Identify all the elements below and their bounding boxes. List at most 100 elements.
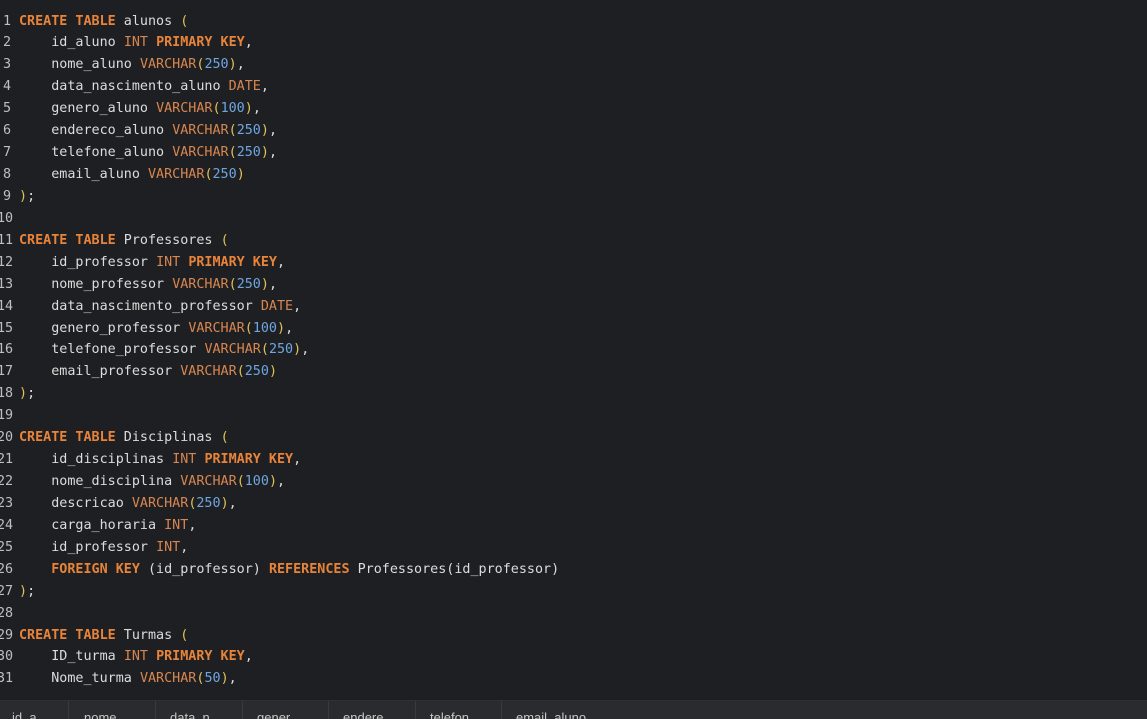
code-line[interactable]: 11 CREATE TABLE Professores ( <box>0 229 1147 251</box>
line-code: data_nascimento_aluno DATE, <box>19 79 269 94</box>
code-token: ( <box>180 627 189 643</box>
line-number: 5 <box>2 101 11 117</box>
code-token: INT <box>123 649 148 665</box>
code-token: PRIMARY KEY <box>188 254 277 270</box>
code-token: PRIMARY KEY <box>204 452 294 468</box>
code-line[interactable]: 16 telefone_professor VARCHAR(250), <box>0 339 1147 361</box>
code-line[interactable]: 3 nome_aluno VARCHAR(250), <box>0 54 1147 76</box>
code-token: id_aluno <box>19 35 124 51</box>
code-token: INT <box>164 517 189 533</box>
column-separator[interactable] <box>155 701 156 719</box>
line-number: 13 <box>0 276 14 292</box>
line-code: id_aluno INT PRIMARY KEY, <box>19 35 253 50</box>
code-token: id_professor <box>19 539 157 555</box>
code-token: VARCHAR <box>172 123 229 139</box>
code-line[interactable]: 10 <box>0 207 1147 229</box>
line-code: CREATE TABLE Disciplinas ( <box>19 430 229 445</box>
column-separator[interactable] <box>328 701 329 719</box>
code-line[interactable]: 1 CREATE TABLE alunos ( <box>0 10 1147 32</box>
code-token: endereco_aluno <box>19 123 173 139</box>
code-token: ) <box>244 101 253 117</box>
code-token: ) <box>236 167 245 182</box>
code-token: 250 <box>236 276 261 292</box>
code-line[interactable]: 25 id_professor INT, <box>0 536 1147 558</box>
code-token: DATE <box>260 298 294 314</box>
line-code: CREATE TABLE alunos ( <box>19 14 188 29</box>
code-line[interactable]: 4 data_nascimento_aluno DATE, <box>0 76 1147 98</box>
code-token: , <box>180 539 189 555</box>
line-number: 19 <box>0 408 14 424</box>
code-token: id_professor <box>19 254 157 270</box>
code-token: ) <box>19 188 28 204</box>
code-token: , <box>244 35 253 51</box>
code-line[interactable]: 28 <box>0 602 1147 624</box>
code-line[interactable]: 18); <box>0 383 1147 405</box>
code-token: , <box>301 342 310 358</box>
code-line[interactable]: 22 nome_disciplina VARCHAR(100), <box>0 471 1147 493</box>
code-line[interactable]: 5 genero_aluno VARCHAR(100), <box>0 98 1147 120</box>
code-token: ( <box>236 474 245 490</box>
line-number: 14 <box>0 298 14 314</box>
sql-editor[interactable]: 1 CREATE TABLE alunos (2 id_aluno INT PRI… <box>0 0 1147 700</box>
line-number: 20 <box>0 430 14 446</box>
line-number: 17 <box>0 364 14 380</box>
column-separator[interactable] <box>68 701 69 719</box>
code-token: VARCHAR <box>139 57 197 73</box>
code-line[interactable]: 31 Nome_turma VARCHAR(50), <box>0 668 1147 690</box>
code-token: ( <box>228 276 237 292</box>
column-separator[interactable] <box>242 701 243 719</box>
code-line[interactable]: 19 <box>0 405 1147 427</box>
code-token: email_professor <box>19 364 181 380</box>
results-grid-header: id_a... nome_... data_n... gener... ende… <box>0 700 1147 719</box>
code-line[interactable]: 24 carga_horaria INT, <box>0 514 1147 536</box>
code-token: ) <box>268 364 277 380</box>
line-code: FOREIGN KEY (id_professor) REFERENCES Pr… <box>19 562 559 577</box>
code-token: ) <box>277 320 286 336</box>
code-token: ID_turma <box>19 649 124 665</box>
code-token: telefone_aluno <box>19 145 173 161</box>
code-line[interactable]: 20 CREATE TABLE Disciplinas ( <box>0 427 1147 449</box>
line-code: email_professor VARCHAR(250) <box>19 364 277 379</box>
code-line[interactable]: 14 data_nascimento_professor DATE, <box>0 295 1147 317</box>
line-number: 27 <box>0 583 14 599</box>
code-line[interactable]: 12 id_professor INT PRIMARY KEY, <box>0 251 1147 273</box>
code-token: , <box>268 123 277 139</box>
line-code: nome_disciplina VARCHAR(100), <box>19 474 285 489</box>
code-line[interactable]: 30 ID_turma INT PRIMARY KEY, <box>0 646 1147 668</box>
code-token: ) <box>220 671 229 687</box>
line-code: carga_horaria INT, <box>19 518 196 533</box>
code-token: Turmas <box>115 627 181 643</box>
code-line[interactable]: 9); <box>0 185 1147 207</box>
code-token: INT <box>156 254 181 270</box>
code-line[interactable]: 2 id_aluno INT PRIMARY KEY, <box>0 32 1147 54</box>
code-line[interactable]: 21 id_disciplinas INT PRIMARY KEY, <box>0 449 1147 471</box>
column-separator[interactable] <box>415 701 416 719</box>
code-line[interactable]: 6 endereco_aluno VARCHAR(250), <box>0 120 1147 142</box>
line-number: 10 <box>0 210 14 226</box>
code-token: ( <box>180 13 189 29</box>
code-token: CREATE TABLE <box>19 627 116 643</box>
code-token: carga_horaria <box>19 517 165 533</box>
code-token: INT <box>172 452 197 468</box>
code-line[interactable]: 29 CREATE TABLE Turmas ( <box>0 624 1147 646</box>
code-line[interactable]: 27); <box>0 580 1147 602</box>
code-token: DATE <box>228 79 261 95</box>
code-line[interactable]: 13 nome_professor VARCHAR(250), <box>0 273 1147 295</box>
code-token: ( <box>228 123 237 139</box>
code-token: 250 <box>268 342 294 358</box>
column-separator[interactable] <box>501 701 502 719</box>
line-number: 7 <box>2 145 11 161</box>
code-token: (id_professor) <box>139 561 269 577</box>
code-line[interactable]: 8 email_aluno VARCHAR(250) <box>0 164 1147 186</box>
line-number: 22 <box>0 474 14 490</box>
code-line[interactable]: 26 FOREIGN KEY (id_professor) REFERENCES… <box>0 558 1147 580</box>
code-token: 100 <box>220 101 245 117</box>
code-token: VARCHAR <box>180 364 237 380</box>
code-line[interactable]: 15 genero_professor VARCHAR(100), <box>0 317 1147 339</box>
code-token: ; <box>27 386 36 402</box>
code-line[interactable]: 17 email_professor VARCHAR(250) <box>0 361 1147 383</box>
code-line[interactable]: 23 descricao VARCHAR(250), <box>0 492 1147 514</box>
line-number: 24 <box>0 517 14 533</box>
code-line[interactable]: 7 telefone_aluno VARCHAR(250), <box>0 142 1147 164</box>
code-token: ) <box>260 276 269 292</box>
